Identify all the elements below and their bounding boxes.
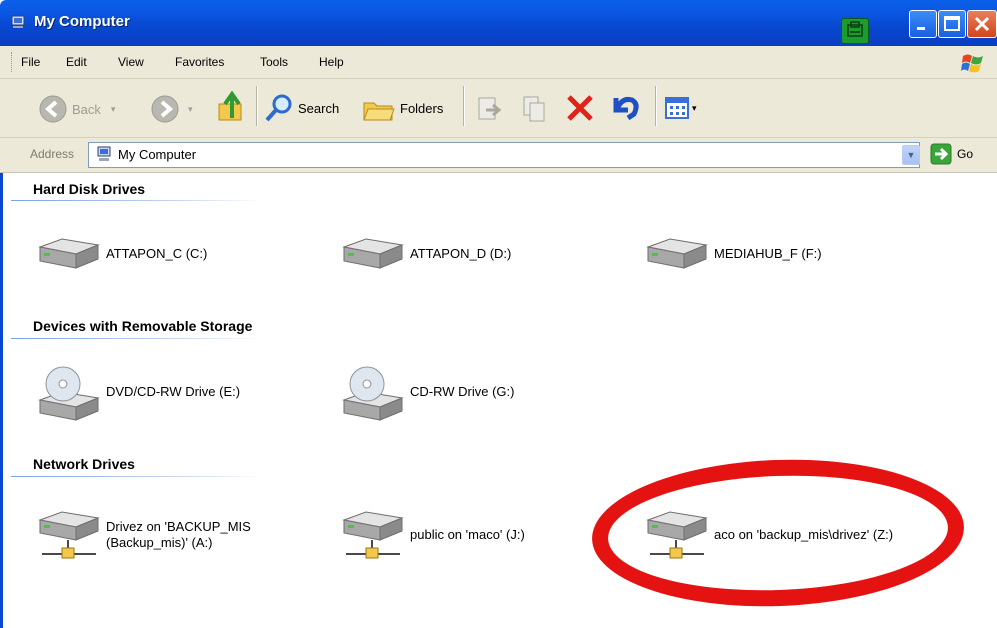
go-label: Go — [957, 147, 974, 161]
undo-icon — [613, 96, 639, 121]
menu-edit[interactable]: Edit — [66, 55, 87, 69]
drive-label: ATTAPON_C (C:) — [106, 246, 208, 261]
search-button[interactable]: Search — [264, 93, 339, 123]
menu-file[interactable]: File — [21, 55, 40, 69]
section-title-network-drives: Network Drives — [33, 456, 135, 472]
title-bar[interactable]: My Computer — [0, 0, 997, 46]
back-arrow-icon — [39, 95, 67, 123]
delete-x-icon — [567, 95, 593, 121]
forward-dropdown-icon[interactable]: ▾ — [188, 104, 193, 115]
menu-help[interactable]: Help — [319, 55, 344, 69]
drive-item-f[interactable]: MEDIAHUB_F (F:) — [644, 235, 822, 273]
window-left-border — [0, 173, 3, 628]
network-drive-icon — [38, 511, 100, 559]
cd-drive-icon — [342, 366, 404, 421]
menu-favorites[interactable]: Favorites — [175, 55, 224, 69]
menu-bar — [0, 46, 997, 79]
section-divider — [11, 200, 431, 201]
drive-item-d[interactable]: ATTAPON_D (D:) — [340, 235, 511, 273]
forward-button[interactable]: ▾ — [150, 94, 193, 124]
views-icon — [665, 97, 689, 119]
section-divider — [11, 338, 431, 339]
printer-tray-icon[interactable] — [841, 18, 869, 44]
go-arrow-icon — [930, 143, 952, 165]
menu-tools[interactable]: Tools — [260, 55, 288, 69]
forward-arrow-icon — [151, 95, 179, 123]
drive-label: DVD/CD-RW Drive (E:) — [106, 384, 241, 399]
address-computer-icon — [97, 146, 111, 161]
address-value[interactable]: My Computer — [118, 147, 196, 162]
search-label: Search — [298, 100, 340, 116]
menu-grip[interactable] — [11, 52, 15, 72]
search-icon — [265, 94, 292, 122]
cd-drive-icon — [38, 366, 100, 421]
back-dropdown-icon[interactable]: ▾ — [111, 104, 116, 115]
maximize-button[interactable] — [938, 10, 966, 38]
drive-item-g[interactable]: CD-RW Drive (G:) — [340, 362, 514, 422]
minimize-button[interactable] — [909, 10, 937, 38]
views-dropdown-icon[interactable]: ▾ — [692, 103, 697, 114]
hard-drive-icon — [38, 238, 100, 269]
address-field[interactable] — [88, 142, 920, 168]
network-drive-item-j[interactable]: public on 'maco' (J:) — [340, 510, 525, 560]
explorer-window: My Computer File Edit View Favorites Too… — [0, 0, 997, 628]
address-dropdown-icon[interactable]: ▼ — [902, 145, 920, 165]
back-label: Back — [72, 101, 101, 117]
folders-button[interactable]: Folders — [362, 93, 443, 123]
folders-label: Folders — [400, 100, 444, 116]
menu-view[interactable]: View — [118, 55, 144, 69]
folders-icon — [363, 102, 395, 121]
move-to-button[interactable] — [474, 94, 504, 124]
go-button[interactable]: Go — [930, 143, 973, 165]
drive-item-c[interactable]: ATTAPON_C (C:) — [36, 235, 207, 273]
network-drive-item-a[interactable]: Drivez on 'BACKUP_MIS (Backup_mis)' (A:) — [36, 510, 251, 560]
drive-label: CD-RW Drive (G:) — [410, 384, 515, 399]
windows-logo-icon — [961, 54, 983, 73]
drive-label-line1: Drivez on 'BACKUP_MIS — [106, 519, 251, 534]
window-title: My Computer — [34, 13, 130, 30]
drive-label: ATTAPON_D (D:) — [410, 246, 512, 261]
move-to-icon — [478, 97, 502, 120]
copy-to-button[interactable] — [520, 94, 550, 124]
my-computer-icon — [11, 15, 25, 28]
drive-label-line2: (Backup_mis)' (A:) — [106, 535, 213, 550]
views-button[interactable]: ▾ — [664, 95, 697, 121]
section-title-hard-disk-drives: Hard Disk Drives — [33, 181, 146, 197]
drive-label: MEDIAHUB_F (F:) — [714, 246, 822, 261]
network-drive-icon — [342, 511, 404, 559]
drive-label: Drivez on 'BACKUP_MIS (Backup_mis)' (A:) — [106, 519, 251, 551]
hard-drive-icon — [646, 238, 708, 269]
hard-drive-icon — [342, 238, 404, 269]
undo-button[interactable] — [608, 92, 642, 124]
section-title-removable-storage: Devices with Removable Storage — [33, 318, 253, 334]
copy-to-icon — [523, 96, 545, 122]
drive-item-e[interactable]: DVD/CD-RW Drive (E:) — [36, 362, 240, 422]
section-divider — [11, 476, 431, 477]
address-label: Address — [30, 147, 75, 161]
up-folder-icon — [218, 90, 242, 121]
back-button[interactable]: Back ▾ — [38, 94, 115, 124]
delete-button[interactable] — [564, 92, 596, 124]
close-button[interactable] — [967, 10, 997, 38]
drive-label: public on 'maco' (J:) — [410, 527, 525, 542]
up-folder-button[interactable] — [216, 90, 248, 126]
